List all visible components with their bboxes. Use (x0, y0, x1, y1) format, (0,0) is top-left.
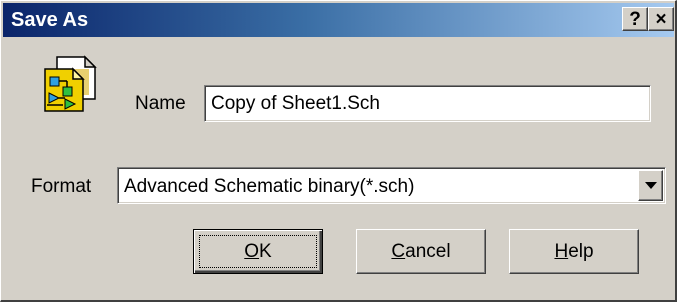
cancel-button[interactable]: Cancel (356, 229, 486, 274)
help-button-label: Help (554, 240, 594, 262)
schematic-document-icon (41, 55, 101, 118)
format-selected-value: Advanced Schematic binary(*.sch) (124, 176, 415, 197)
close-button[interactable]: × (648, 7, 674, 31)
title-bar[interactable]: Save As ? × (3, 3, 674, 37)
context-help-button[interactable]: ? (622, 7, 648, 31)
name-label: Name (135, 93, 186, 114)
save-as-dialog: Save As ? × Name Format Advanced Schemat… (0, 0, 677, 302)
ok-button[interactable]: OK (193, 229, 323, 274)
dropdown-arrow-icon[interactable] (638, 170, 663, 201)
format-select[interactable]: Advanced Schematic binary(*.sch) (117, 167, 666, 204)
cancel-button-label: Cancel (391, 240, 451, 262)
focus-rectangle (199, 235, 317, 268)
help-button[interactable]: Help (509, 229, 639, 274)
name-input[interactable] (204, 85, 651, 122)
window-title: Save As (11, 9, 89, 31)
format-label: Format (31, 176, 92, 197)
